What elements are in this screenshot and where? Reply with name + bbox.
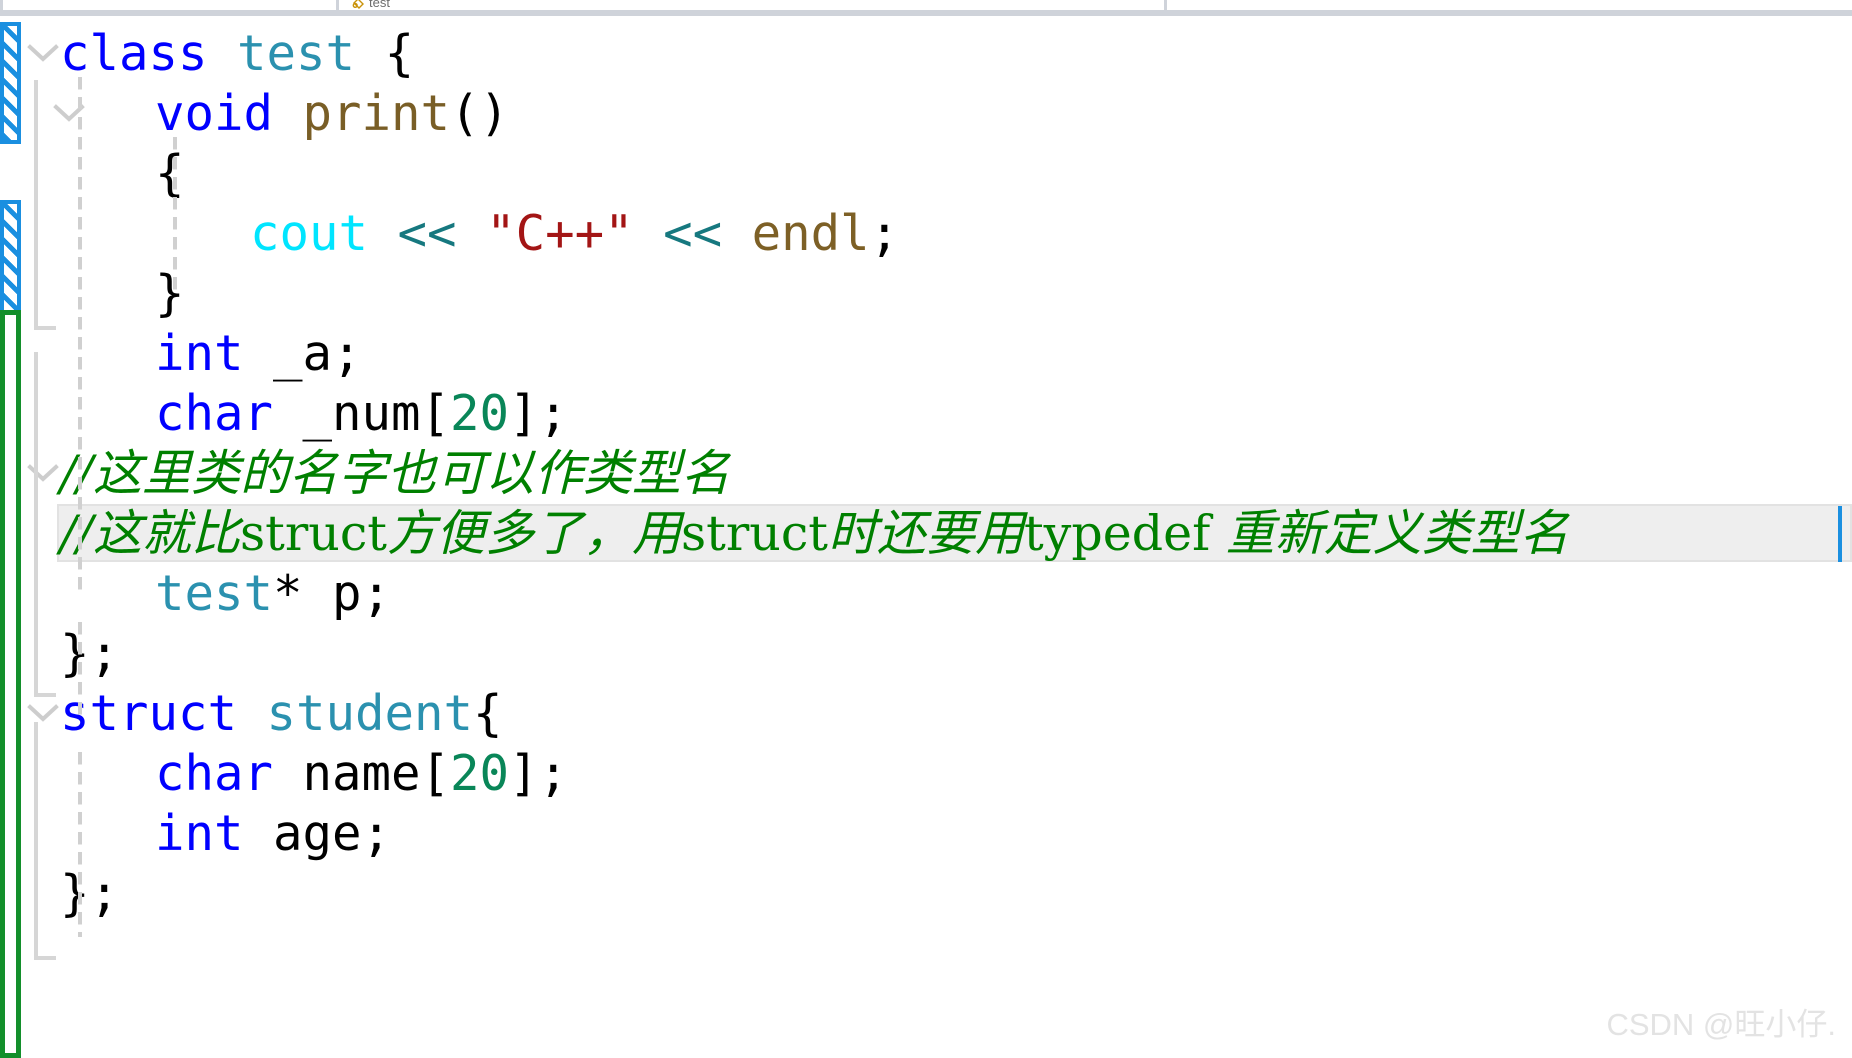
line-open-brace[interactable]: { bbox=[0, 144, 1852, 204]
token: 时还要用 bbox=[827, 505, 1024, 562]
line-struct-end[interactable]: }; bbox=[0, 864, 1852, 924]
line-struct-student[interactable]: struct student{ bbox=[0, 684, 1852, 744]
token: 20 bbox=[450, 385, 510, 442]
line-struct-student-text: struct student{ bbox=[60, 684, 503, 744]
breadcrumb-bar: test bbox=[0, 0, 1852, 16]
csdn-watermark: CSDN @旺小仔. bbox=[1606, 1007, 1836, 1042]
indent-guide bbox=[78, 752, 82, 937]
line-close-brace-text: } bbox=[155, 264, 185, 324]
class-member-icon bbox=[352, 0, 365, 9]
token: * p; bbox=[273, 565, 392, 622]
breadcrumb-separator bbox=[0, 0, 3, 10]
token: << bbox=[663, 205, 723, 262]
token: "C++" bbox=[486, 205, 634, 262]
line-class-test[interactable]: class test { bbox=[0, 24, 1852, 84]
breadcrumb-separator bbox=[336, 0, 339, 10]
line-test-p[interactable]: test* p; bbox=[0, 564, 1852, 624]
token: struct bbox=[681, 505, 828, 562]
token: struct bbox=[240, 505, 387, 562]
token: char bbox=[155, 745, 274, 802]
line-class-end[interactable]: }; bbox=[0, 624, 1852, 684]
line-comment-1[interactable]: //这里类的名字也可以作类型名 bbox=[0, 444, 1852, 504]
line-class-test-text: class test { bbox=[60, 24, 414, 84]
token: test bbox=[237, 25, 356, 82]
token: cout bbox=[250, 205, 369, 262]
token: } bbox=[155, 265, 185, 322]
token: 20 bbox=[450, 745, 510, 802]
line-int-age[interactable]: int age; bbox=[0, 804, 1852, 864]
token: name[ bbox=[273, 745, 451, 802]
token: typedef bbox=[1023, 505, 1211, 562]
indent-guide bbox=[173, 137, 177, 297]
token: char bbox=[155, 385, 274, 442]
line-close-brace[interactable]: } bbox=[0, 264, 1852, 324]
token: }; bbox=[60, 625, 120, 682]
token: ]; bbox=[509, 385, 569, 442]
line-void-print-text: void print() bbox=[155, 84, 509, 144]
code-editor[interactable]: class test {void print(){cout << "C++" <… bbox=[0, 22, 1852, 1058]
line-int-a[interactable]: int _a; bbox=[0, 324, 1852, 384]
token: _num[ bbox=[273, 385, 451, 442]
text-caret bbox=[1838, 506, 1842, 562]
breadcrumb-item-test[interactable]: test bbox=[352, 0, 390, 10]
token: print bbox=[302, 85, 451, 142]
token: test bbox=[155, 565, 274, 622]
indent-guide bbox=[78, 622, 82, 722]
line-struct-end-text: }; bbox=[60, 864, 119, 924]
token: void bbox=[155, 85, 274, 142]
token: << bbox=[397, 205, 457, 262]
token: int bbox=[155, 805, 244, 862]
breadcrumb-item-label: test bbox=[369, 0, 390, 10]
line-test-p-text: test* p; bbox=[155, 564, 391, 624]
line-cout-text: cout << "C++" << endl; bbox=[250, 204, 899, 264]
token: { bbox=[384, 25, 415, 82]
line-char-num-text: char _num[20]; bbox=[155, 384, 568, 444]
token: student bbox=[266, 685, 474, 742]
line-class-end-text: }; bbox=[60, 624, 119, 684]
line-char-name[interactable]: char name[20]; bbox=[0, 744, 1852, 804]
line-int-a-text: int _a; bbox=[155, 324, 362, 384]
line-char-name-text: char name[20]; bbox=[155, 744, 568, 804]
token: age; bbox=[243, 805, 392, 862]
token: ; bbox=[869, 205, 900, 262]
indent-guide bbox=[78, 77, 82, 597]
token: { bbox=[155, 145, 185, 202]
token: 方便多了，用 bbox=[386, 505, 681, 562]
token: struct bbox=[60, 685, 238, 742]
token: { bbox=[473, 685, 503, 742]
token: int bbox=[155, 325, 244, 382]
token: ]; bbox=[509, 745, 569, 802]
line-comment-1-text: //这里类的名字也可以作类型名 bbox=[60, 444, 730, 504]
line-comment-2-current[interactable]: //这就比struct方便多了，用struct时还要用typedef 重新定义类… bbox=[0, 504, 1852, 564]
token: }; bbox=[60, 865, 120, 922]
line-cout[interactable]: cout << "C++" << endl; bbox=[0, 204, 1852, 264]
token: endl bbox=[751, 205, 870, 262]
breadcrumb-separator bbox=[1164, 0, 1167, 10]
token: _a; bbox=[243, 325, 362, 382]
line-comment-2-current-text: //这就比struct方便多了，用struct时还要用typedef 重新定义类… bbox=[60, 504, 1569, 564]
line-int-age-text: int age; bbox=[155, 804, 391, 864]
code-text-layer[interactable]: class test {void print(){cout << "C++" <… bbox=[0, 22, 1852, 1058]
token: 重新定义类型名 bbox=[1210, 505, 1569, 562]
token: class bbox=[60, 25, 208, 82]
token: //这里类的名字也可以作类型名 bbox=[60, 445, 731, 502]
line-open-brace-text: { bbox=[155, 144, 185, 204]
token: //这就比 bbox=[60, 505, 241, 562]
line-void-print[interactable]: void print() bbox=[0, 84, 1852, 144]
line-char-num[interactable]: char _num[20]; bbox=[0, 384, 1852, 444]
token: () bbox=[450, 85, 510, 142]
